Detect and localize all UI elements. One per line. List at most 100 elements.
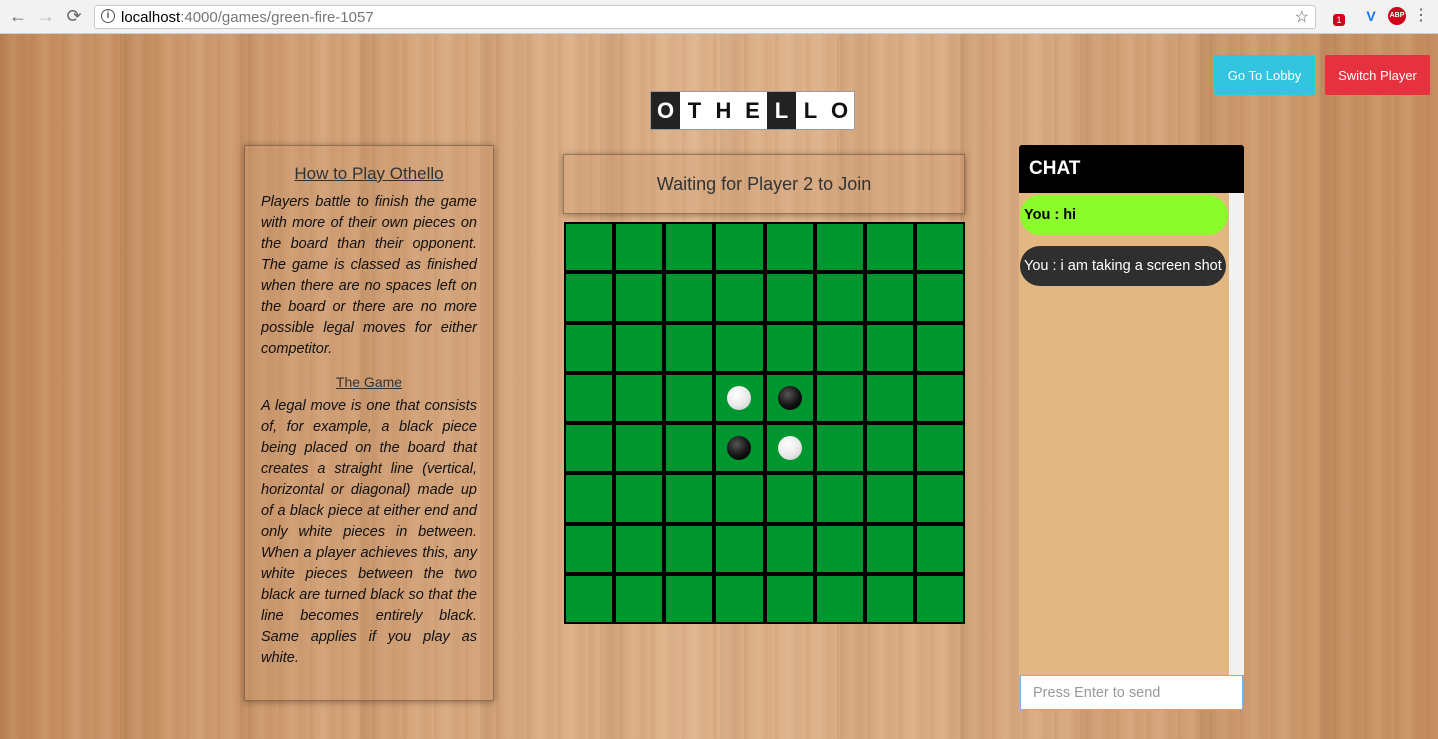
chat-message: You : i am taking a screen shot <box>1020 246 1226 286</box>
logo-letter: L <box>767 92 796 129</box>
board-cell[interactable] <box>866 475 913 522</box>
logo-letter: O <box>651 92 680 129</box>
board-cell[interactable] <box>866 374 913 421</box>
board-cell[interactable] <box>866 274 913 321</box>
board-cell[interactable] <box>766 374 813 421</box>
how-to-play-panel: How to Play Othello Players battle to fi… <box>244 145 494 701</box>
board-cell[interactable] <box>566 425 613 472</box>
board-cell[interactable] <box>766 575 813 622</box>
board-cell[interactable] <box>716 324 763 371</box>
go-to-lobby-button[interactable]: Go To Lobby <box>1214 55 1315 95</box>
board-cell[interactable] <box>816 425 863 472</box>
board-cell[interactable] <box>916 374 963 421</box>
board-cell[interactable] <box>566 224 613 271</box>
board-cell[interactable] <box>766 274 813 321</box>
board-cell[interactable] <box>616 274 663 321</box>
forward-arrow-icon[interactable]: → <box>36 6 56 26</box>
board-cell[interactable] <box>716 475 763 522</box>
board-cell[interactable] <box>566 324 613 371</box>
chat-scrollbar[interactable] <box>1229 193 1244 675</box>
board-cell[interactable] <box>666 525 713 572</box>
adblock-icon[interactable]: ABP <box>1388 7 1406 25</box>
board-cell[interactable] <box>816 224 863 271</box>
board-cell[interactable] <box>766 425 813 472</box>
board-cell[interactable] <box>666 475 713 522</box>
board-cell[interactable] <box>816 274 863 321</box>
board-cell[interactable] <box>666 224 713 271</box>
url-host: localhost <box>121 9 181 26</box>
black-piece <box>727 436 752 461</box>
board-cell[interactable] <box>866 324 913 371</box>
url-text[interactable]: localhost:4000/games/green-fire-1057 <box>121 9 374 26</box>
board-cell[interactable] <box>716 374 763 421</box>
board-cell[interactable] <box>916 324 963 371</box>
othello-board <box>564 222 965 624</box>
reload-icon[interactable]: ⟳ <box>64 6 84 26</box>
board-cell[interactable] <box>816 575 863 622</box>
address-bar[interactable]: i localhost:4000/games/green-fire-1057 ☆ <box>94 5 1316 29</box>
how-to-play-title: How to Play Othello <box>294 164 444 183</box>
board-cell[interactable] <box>916 274 963 321</box>
board-cell[interactable] <box>916 425 963 472</box>
browser-toolbar: ← → ⟳ i localhost:4000/games/green-fire-… <box>0 0 1438 34</box>
board-cell[interactable] <box>616 374 663 421</box>
info-icon[interactable]: i <box>101 9 115 23</box>
board-cell[interactable] <box>666 425 713 472</box>
board-cell[interactable] <box>766 475 813 522</box>
board-cell[interactable] <box>616 525 663 572</box>
board-cell[interactable] <box>616 475 663 522</box>
board-cell[interactable] <box>616 575 663 622</box>
board-cell[interactable] <box>666 274 713 321</box>
back-arrow-icon[interactable]: ← <box>8 6 28 26</box>
board-cell[interactable] <box>716 274 763 321</box>
board-cell[interactable] <box>866 425 913 472</box>
board-cell[interactable] <box>866 525 913 572</box>
board-cell[interactable] <box>666 324 713 371</box>
board-cell[interactable] <box>766 224 813 271</box>
board-cell[interactable] <box>616 224 663 271</box>
bookmark-star-icon[interactable]: ☆ <box>1295 7 1309 27</box>
how-to-play-intro: Players battle to finish the game with m… <box>261 194 477 357</box>
board-cell[interactable] <box>916 475 963 522</box>
board-cell[interactable] <box>816 475 863 522</box>
board-cell[interactable] <box>916 525 963 572</box>
extension-badge-icon[interactable]: 1 <box>1333 14 1345 26</box>
chat-messages: You : hi You : i am taking a screen shot <box>1019 193 1229 675</box>
logo-letter: T <box>680 92 709 129</box>
board-cell[interactable] <box>866 575 913 622</box>
board-cell[interactable] <box>566 374 613 421</box>
chat-input[interactable] <box>1020 675 1243 710</box>
board-cell[interactable] <box>816 525 863 572</box>
logo-letter: E <box>738 92 767 129</box>
logo-letter: O <box>825 92 854 129</box>
board-cell[interactable] <box>766 525 813 572</box>
board-cell[interactable] <box>766 324 813 371</box>
board-cell[interactable] <box>816 324 863 371</box>
chat-panel: CHAT You : hi You : i am taking a screen… <box>1019 145 1244 711</box>
board-cell[interactable] <box>716 425 763 472</box>
white-piece <box>727 385 752 410</box>
board-cell[interactable] <box>816 374 863 421</box>
board-cell[interactable] <box>566 575 613 622</box>
switch-player-button[interactable]: Switch Player <box>1325 55 1430 95</box>
board-cell[interactable] <box>666 374 713 421</box>
board-cell[interactable] <box>666 575 713 622</box>
board-cell[interactable] <box>616 324 663 371</box>
board-cell[interactable] <box>866 224 913 271</box>
board-cell[interactable] <box>616 425 663 472</box>
board-cell[interactable] <box>566 475 613 522</box>
board-cell[interactable] <box>566 525 613 572</box>
board-cell[interactable] <box>716 525 763 572</box>
board-cell[interactable] <box>916 224 963 271</box>
v-extension-icon[interactable]: V <box>1362 7 1380 25</box>
how-to-play-rules: A legal move is one that consists of, fo… <box>261 398 477 666</box>
othello-logo: O T H E L L O <box>650 91 855 130</box>
logo-letter: H <box>709 92 738 129</box>
the-game-subtitle: The Game <box>335 374 403 390</box>
board-cell[interactable] <box>566 274 613 321</box>
menu-dots-icon[interactable]: ⋮ <box>1412 7 1430 25</box>
board-cell[interactable] <box>716 224 763 271</box>
board-cell[interactable] <box>916 575 963 622</box>
chat-title: CHAT <box>1019 145 1244 193</box>
board-cell[interactable] <box>716 575 763 622</box>
